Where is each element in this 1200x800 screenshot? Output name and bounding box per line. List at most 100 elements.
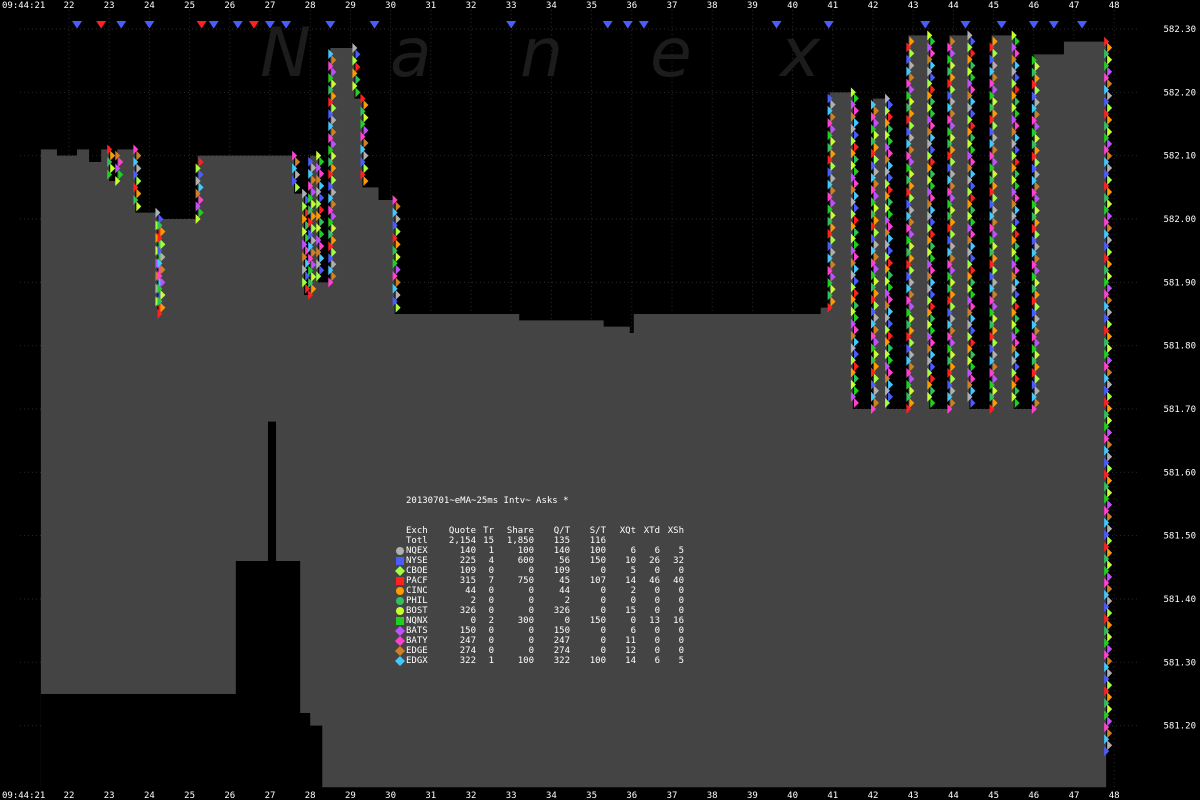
quote-marker (1014, 253, 1020, 264)
quote-marker (853, 227, 859, 238)
quote-marker (1107, 644, 1113, 655)
quote-marker (1107, 90, 1113, 101)
quote-marker (1014, 289, 1020, 300)
stats-cell: 109 (459, 566, 476, 576)
quote-marker (1107, 668, 1113, 679)
x-tick-label-bottom: 30 (385, 791, 396, 800)
quote-marker (853, 312, 859, 323)
quote-marker (930, 397, 936, 408)
quote-marker (1107, 403, 1113, 414)
x-tick-label-top: 44 (948, 1, 959, 11)
quote-marker (395, 213, 401, 224)
quote-marker (888, 294, 894, 305)
quote-marker (930, 205, 936, 216)
quote-marker (930, 120, 936, 131)
quote-marker (136, 163, 142, 174)
quote-marker (930, 96, 936, 107)
y-tick-label: 582.20 (1163, 88, 1196, 98)
quote-marker (970, 72, 976, 83)
quote-marker (1107, 66, 1113, 77)
quote-marker (363, 99, 369, 110)
quote-marker (1107, 126, 1113, 137)
stats-cell: 225 (459, 556, 476, 566)
quote-marker (1014, 205, 1020, 216)
quote-marker (395, 264, 401, 275)
y-tick-label: 582.10 (1163, 152, 1196, 162)
stats-cell: 247 (459, 636, 476, 646)
stats-cell: 0 (630, 596, 636, 606)
quote-marker (1048, 21, 1059, 29)
x-tick-label-top: 29 (345, 1, 356, 11)
stats-cell: 0 (654, 596, 660, 606)
stats-cell: 322 (459, 656, 476, 666)
quote-marker (1107, 607, 1113, 618)
watermark-letter: e (650, 14, 692, 93)
stats-cell: 150 (459, 626, 476, 636)
quote-marker (853, 239, 859, 250)
quote-marker (930, 229, 936, 240)
quote-marker (1014, 120, 1020, 131)
quote-marker (110, 163, 116, 174)
stats-cell: 4 (488, 556, 494, 566)
quote-marker (1107, 102, 1113, 113)
stats-cell: 16 (673, 616, 684, 626)
stats-cell: 0 (654, 606, 660, 616)
quote-marker (355, 74, 361, 85)
stats-cell: 140 (553, 546, 570, 556)
quote-marker (853, 300, 859, 311)
stats-row: NQNX 0 2 300 0 150 0 13 16 (394, 616, 684, 626)
quote-marker (1014, 385, 1020, 396)
quote-marker (930, 289, 936, 300)
quote-marker (1107, 331, 1113, 342)
bost-marker-icon (394, 606, 406, 616)
stats-cell: 5 (630, 566, 636, 576)
x-tick-label-top: 36 (626, 1, 637, 11)
quote-marker (363, 163, 369, 174)
stats-cell: 7 (488, 576, 494, 586)
quote-marker (1014, 337, 1020, 348)
quote-marker (319, 253, 325, 264)
quote-marker (1107, 571, 1113, 582)
stats-cell: CBOE (406, 566, 428, 576)
quote-marker (853, 203, 859, 214)
quote-marker (1107, 547, 1113, 558)
stats-cell: 0 (678, 606, 684, 616)
x-tick-label-top: 26 (224, 1, 235, 11)
quote-marker (1107, 199, 1113, 210)
quote-marker (970, 60, 976, 71)
quote-marker (363, 175, 369, 186)
stats-cell: 100 (517, 656, 534, 666)
quote-marker (930, 373, 936, 384)
stats-cell: 13 (649, 616, 660, 626)
stats-cell: 0 (678, 626, 684, 636)
quote-marker (930, 180, 936, 191)
stats-cell: 6 (630, 546, 636, 556)
quote-marker (970, 397, 976, 408)
quote-marker (1014, 301, 1020, 312)
stats-cell: 2 (630, 586, 636, 596)
quote-marker (1014, 277, 1020, 288)
quote-marker (1107, 559, 1113, 570)
quote-marker (1107, 319, 1113, 330)
quote-marker (395, 251, 401, 262)
price-chart: Nanex 2222232324242525262627272828292930… (2, 1, 1196, 800)
x-tick-label-top: 41 (827, 1, 838, 11)
quote-marker (1107, 174, 1113, 185)
quote-marker (888, 355, 894, 366)
quote-marker (853, 129, 859, 140)
x-tick-label-bottom: 27 (265, 791, 276, 800)
y-tick-label: 581.20 (1163, 722, 1196, 732)
stats-cell: 0 (528, 596, 534, 606)
stats-row: BATY 247 0 0 247 0 11 0 0 (394, 636, 684, 646)
quote-marker (1107, 367, 1113, 378)
quote-marker (1014, 96, 1020, 107)
stats-cell: NQEX (406, 546, 428, 556)
watermark-letter: n (520, 14, 563, 93)
quote-marker (506, 21, 517, 29)
quote-marker (888, 282, 894, 293)
x-tick-label-bottom: 32 (466, 791, 477, 800)
quote-marker (369, 21, 380, 29)
quote-marker (853, 105, 859, 116)
quote-marker (1107, 42, 1113, 53)
quote-marker (930, 144, 936, 155)
